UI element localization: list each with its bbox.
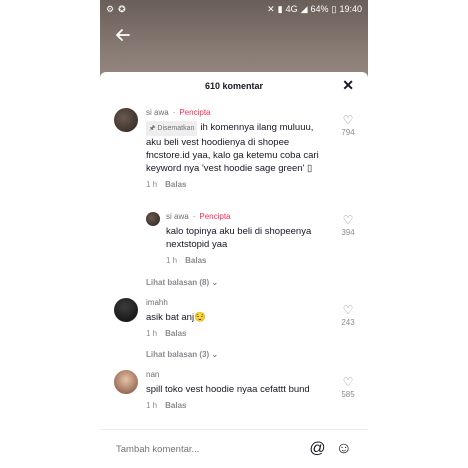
like-count: 794 bbox=[341, 128, 355, 137]
comment-author[interactable]: si awa bbox=[166, 212, 189, 221]
mute-icon: ✕ bbox=[267, 3, 275, 14]
like-button[interactable]: ♡ 394 bbox=[336, 214, 360, 237]
avatar[interactable] bbox=[114, 370, 138, 394]
like-count: 585 bbox=[341, 390, 355, 399]
avatar[interactable] bbox=[114, 108, 138, 132]
like-count: 243 bbox=[341, 318, 355, 327]
arrow-left-icon[interactable] bbox=[116, 26, 130, 44]
comment-input[interactable] bbox=[116, 443, 300, 455]
comment-text: spill toko vest hoodie nyaa cefattt bund bbox=[146, 384, 310, 395]
comment-item: si awa · Pencipta 🖈 Disematkan ih komenny… bbox=[114, 108, 324, 189]
reply-button[interactable]: Balas bbox=[165, 401, 186, 410]
avatar[interactable] bbox=[146, 212, 160, 226]
comment-text: 🖈 Disematkan ih komennya ilang muluuu, ak… bbox=[146, 121, 319, 174]
reply-button[interactable]: Balas bbox=[165, 180, 186, 189]
phone-screen: ⚙ ✪ ✕ ▮ 4G ◢ 64% ▯ 19:40 610 komentar ✕ bbox=[100, 0, 368, 468]
app-notification-icon: ✪ bbox=[118, 3, 126, 14]
comment-text: kalo topinya aku beli di shopeenya nexts… bbox=[166, 226, 312, 250]
like-count: 394 bbox=[341, 228, 355, 237]
sheet-header: 610 komentar ✕ bbox=[100, 72, 368, 100]
heart-icon: ♡ bbox=[342, 303, 354, 317]
comment-author[interactable]: si awa bbox=[146, 108, 169, 117]
comment-item: nan spill toko vest hoodie nyaa cefattt … bbox=[114, 370, 324, 410]
comment-author[interactable]: nan bbox=[146, 370, 159, 379]
comment-author[interactable]: imahh bbox=[146, 298, 168, 307]
mention-icon[interactable]: @ bbox=[309, 441, 325, 457]
chevron-down-icon: ⌄ bbox=[211, 278, 219, 287]
chevron-down-icon: ⌄ bbox=[211, 350, 219, 359]
close-icon[interactable]: ✕ bbox=[342, 78, 354, 92]
view-replies-button[interactable]: Lihat balasan (8) ⌄ bbox=[146, 278, 218, 287]
reply-item: si awa · Pencipta kalo topinya aku beli … bbox=[146, 212, 326, 265]
heart-icon: ♡ bbox=[342, 375, 354, 389]
clock: 19:40 bbox=[339, 3, 362, 14]
like-button[interactable]: ♡ 794 bbox=[336, 114, 360, 137]
reply-button[interactable]: Balas bbox=[165, 329, 186, 338]
comment-time: 1 h bbox=[166, 256, 178, 265]
creator-badge: Pencipta bbox=[179, 108, 211, 117]
comment-input-bar: @ ☺ bbox=[100, 430, 368, 468]
settings-notification-icon: ⚙ bbox=[106, 3, 115, 14]
comment-item: imahh asik bat anj😌 1 h Balas bbox=[114, 298, 324, 338]
comment-time: 1 h bbox=[146, 401, 158, 410]
like-button[interactable]: ♡ 585 bbox=[336, 376, 360, 399]
sim-icon: ▮ bbox=[277, 3, 283, 14]
view-replies-button[interactable]: Lihat balasan (3) ⌄ bbox=[146, 350, 218, 359]
emoji-icon[interactable]: ☺ bbox=[336, 441, 352, 457]
comment-time: 1 h bbox=[146, 329, 158, 338]
reply-button[interactable]: Balas bbox=[185, 256, 206, 265]
like-button[interactable]: ♡ 243 bbox=[336, 304, 360, 327]
avatar[interactable] bbox=[114, 298, 138, 322]
creator-badge: Pencipta bbox=[199, 212, 231, 221]
heart-icon: ♡ bbox=[342, 113, 354, 127]
battery-icon: ▯ bbox=[331, 3, 337, 14]
signal-icon: ◢ bbox=[300, 3, 308, 14]
network-label: 4G bbox=[285, 3, 298, 14]
status-bar: ⚙ ✪ ✕ ▮ 4G ◢ 64% ▯ 19:40 bbox=[100, 0, 368, 18]
battery-percent: 64% bbox=[310, 3, 329, 14]
comment-time: 1 h bbox=[146, 180, 158, 189]
pinned-badge: 🖈 Disematkan bbox=[146, 121, 198, 136]
comment-count-title: 610 komentar bbox=[204, 81, 264, 91]
heart-icon: ♡ bbox=[342, 213, 354, 227]
comment-text: asik bat anj😌 bbox=[146, 312, 206, 323]
screen-frame: ⚙ ✪ ✕ ▮ 4G ◢ 64% ▯ 19:40 610 komentar ✕ bbox=[0, 0, 468, 468]
